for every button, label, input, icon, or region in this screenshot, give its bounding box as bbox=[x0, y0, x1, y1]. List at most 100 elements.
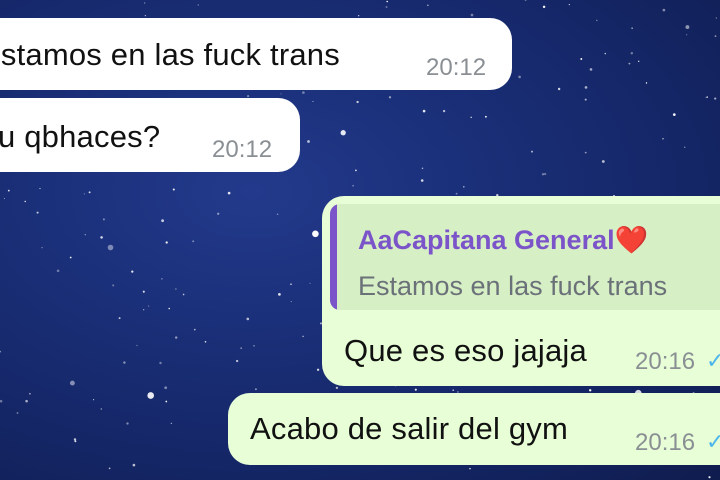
star bbox=[247, 95, 250, 98]
star bbox=[452, 389, 454, 391]
star bbox=[312, 230, 319, 238]
star bbox=[630, 52, 634, 55]
star bbox=[422, 109, 426, 113]
star bbox=[420, 179, 424, 182]
star bbox=[0, 350, 2, 353]
star bbox=[455, 192, 458, 195]
double-check-icon: ✓✓ bbox=[706, 429, 720, 454]
star bbox=[192, 240, 195, 243]
quoted-reply[interactable]: AaCapitana General❤️ Estamos en las fuck… bbox=[330, 204, 720, 310]
star bbox=[302, 335, 304, 338]
star bbox=[358, 15, 360, 17]
message-timestamp: 20:16 bbox=[635, 348, 696, 375]
star bbox=[312, 100, 314, 103]
incoming-message-bubble[interactable]: Estamos en las fuck trans 20:12 bbox=[0, 18, 512, 90]
star bbox=[197, 4, 200, 6]
star bbox=[470, 116, 472, 119]
star bbox=[170, 422, 173, 425]
star bbox=[143, 309, 145, 311]
star bbox=[302, 91, 305, 94]
star bbox=[126, 422, 129, 425]
star bbox=[16, 412, 19, 414]
star bbox=[356, 100, 359, 104]
star bbox=[290, 283, 292, 286]
star bbox=[132, 463, 136, 467]
star bbox=[25, 399, 28, 403]
message-text: Que es eso jajaja bbox=[344, 333, 587, 368]
star bbox=[714, 97, 717, 100]
star bbox=[159, 361, 162, 365]
star bbox=[69, 380, 75, 386]
outgoing-message-bubble[interactable]: AaCapitana General❤️ Estamos en las fuck… bbox=[322, 196, 720, 386]
heart-icon: ❤️ bbox=[614, 225, 649, 255]
star bbox=[542, 5, 546, 9]
star bbox=[307, 140, 310, 143]
star bbox=[684, 146, 686, 148]
star bbox=[388, 96, 392, 99]
star bbox=[56, 269, 60, 273]
star bbox=[240, 347, 243, 349]
star bbox=[36, 211, 39, 214]
star bbox=[442, 109, 446, 113]
star bbox=[182, 293, 185, 296]
star bbox=[685, 25, 690, 30]
star bbox=[462, 185, 465, 188]
star bbox=[414, 388, 417, 391]
star bbox=[672, 113, 676, 116]
star bbox=[631, 27, 633, 29]
star bbox=[217, 212, 220, 215]
star bbox=[123, 361, 126, 364]
star bbox=[355, 169, 357, 172]
star bbox=[131, 270, 134, 273]
star bbox=[253, 344, 255, 347]
star bbox=[164, 386, 168, 390]
star bbox=[662, 138, 664, 140]
star bbox=[74, 440, 77, 443]
star bbox=[161, 278, 163, 280]
star bbox=[100, 236, 103, 239]
star bbox=[580, 58, 583, 60]
message-text: Acabo de salir del gym bbox=[250, 411, 569, 446]
star bbox=[705, 96, 707, 98]
star bbox=[102, 218, 105, 221]
star bbox=[645, 82, 648, 84]
star bbox=[83, 193, 85, 195]
star bbox=[254, 388, 257, 391]
star bbox=[628, 62, 631, 65]
star bbox=[73, 438, 77, 441]
star bbox=[84, 234, 86, 236]
star bbox=[165, 241, 168, 244]
star bbox=[280, 93, 282, 95]
star bbox=[278, 293, 281, 296]
star bbox=[601, 160, 605, 163]
star bbox=[470, 13, 474, 17]
star bbox=[714, 35, 717, 37]
star bbox=[193, 328, 196, 331]
star bbox=[584, 86, 588, 89]
star bbox=[352, 185, 354, 187]
star bbox=[107, 244, 114, 251]
star bbox=[637, 60, 640, 63]
star bbox=[24, 200, 26, 203]
incoming-message-bubble[interactable]: Tu qbhaces? 20:12 bbox=[0, 98, 300, 172]
star bbox=[100, 408, 103, 410]
star bbox=[584, 98, 587, 101]
star bbox=[41, 246, 43, 249]
star bbox=[148, 305, 150, 307]
star bbox=[386, 0, 389, 3]
star bbox=[543, 172, 547, 176]
star bbox=[335, 386, 339, 390]
star bbox=[584, 151, 587, 154]
star bbox=[427, 4, 429, 6]
star bbox=[118, 317, 121, 320]
star bbox=[147, 392, 155, 399]
star bbox=[204, 341, 207, 343]
message-text: Estamos en las fuck trans bbox=[0, 37, 340, 72]
outgoing-message-bubble[interactable]: Acabo de salir del gym 20:16 ✓✓ bbox=[228, 393, 720, 465]
star bbox=[144, 14, 147, 17]
star bbox=[518, 75, 521, 79]
message-text: Tu qbhaces? bbox=[0, 119, 161, 154]
star bbox=[385, 6, 388, 8]
star bbox=[708, 476, 711, 479]
star bbox=[276, 213, 279, 216]
